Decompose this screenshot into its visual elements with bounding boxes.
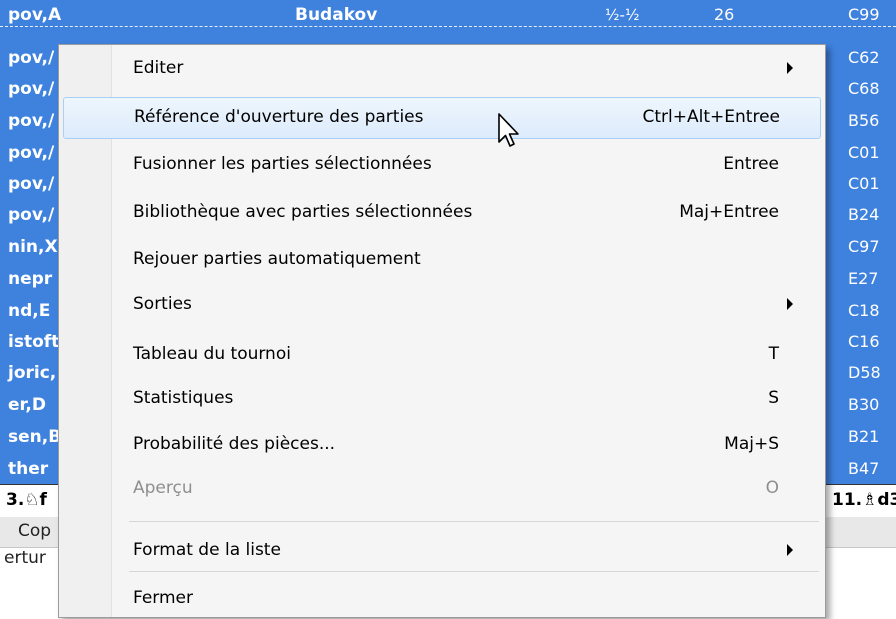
player-cell: istoft (8, 332, 60, 352)
menu-item-format-liste[interactable]: Format de la liste (63, 531, 819, 571)
player-cell: joric, (8, 363, 57, 383)
opponent-cell: Budakov (295, 5, 378, 25)
menu-item-apercu: Aperçu O (63, 469, 819, 509)
eco-code-cell: B30 (848, 395, 880, 414)
submenu-arrow-icon (787, 298, 793, 310)
menu-item-shortcut: Maj+S (724, 434, 779, 454)
submenu-arrow-icon (787, 62, 793, 74)
menu-item-shortcut: S (768, 388, 779, 408)
player-cell: nd,E (8, 301, 51, 321)
moves-right-text: 11.♗d3 (832, 490, 896, 510)
eco-code-cell: B21 (848, 427, 880, 446)
menu-item-tableau-tournoi[interactable]: Tableau du tournoi T (63, 335, 819, 375)
moves-left-text: 3.♘f (6, 490, 47, 510)
eco-code-cell: C68 (848, 79, 880, 98)
table-row[interactable]: pov,A Budakov ½-½ 26 C99 (0, 4, 896, 27)
menu-item-label: Fusionner les parties sélectionnées (133, 154, 432, 174)
menu-item-editer[interactable]: Editer (63, 49, 819, 89)
eco-code-cell: C01 (848, 143, 880, 162)
player-cell: pov,/ (8, 143, 55, 163)
menu-separator (129, 521, 819, 522)
player-cell: nin,X (8, 237, 58, 257)
eco-code-cell: C97 (848, 237, 880, 256)
player-cell: pov,/ (8, 48, 55, 68)
menu-item-shortcut: Ctrl+Alt+Entree (642, 107, 780, 127)
eco-code-cell: E27 (848, 269, 879, 288)
menu-separator (129, 571, 819, 572)
player-cell: pov,A (8, 5, 62, 25)
context-menu: Editer Référence d'ouverture des parties C… (58, 44, 826, 618)
eco-code-cell: C62 (848, 48, 880, 67)
status-text: ertur (4, 548, 46, 568)
menu-item-shortcut: Entree (723, 154, 779, 174)
menu-item-label: Bibliothèque avec parties sélectionnées (133, 202, 473, 222)
eco-code-cell: B24 (848, 205, 880, 224)
menu-item-shortcut: T (768, 344, 779, 364)
menu-item-bibliotheque[interactable]: Bibliothèque avec parties sélectionnées M… (63, 193, 819, 233)
menu-item-label: Editer (133, 58, 184, 78)
menu-item-probabilite[interactable]: Probabilité des pièces... Maj+S (63, 425, 819, 465)
menu-item-fusionner[interactable]: Fusionner les parties sélectionnées Entre… (63, 145, 819, 185)
result-cell: ½-½ (605, 6, 640, 24)
player-cell: er,D (8, 395, 46, 415)
eco-code-cell: C99 (848, 5, 880, 24)
menu-item-label: Format de la liste (133, 540, 281, 560)
menu-item-shortcut: O (765, 478, 779, 498)
eco-code-cell: C18 (848, 301, 880, 320)
menu-item-shortcut: Maj+Entree (679, 202, 779, 222)
menu-item-label: Statistiques (133, 388, 234, 408)
eco-code-cell: D58 (848, 363, 881, 382)
menu-item-rejouer[interactable]: Rejouer parties automatiquement (63, 240, 819, 280)
moves-count-cell: 26 (714, 5, 735, 24)
menu-item-label: Aperçu (133, 478, 193, 498)
player-cell: pov,/ (8, 205, 55, 225)
eco-code-cell: C16 (848, 332, 880, 351)
menu-item-reference-ouverture[interactable]: Référence d'ouverture des parties Ctrl+Al… (63, 97, 821, 139)
menu-item-fermer[interactable]: Fermer (63, 579, 819, 619)
player-cell: pov,/ (8, 111, 55, 131)
player-cell: sen,B (8, 427, 62, 447)
menu-item-label: Rejouer parties automatiquement (133, 249, 421, 269)
menu-item-label: Tableau du tournoi (133, 344, 291, 364)
player-cell: pov,/ (8, 174, 55, 194)
menu-item-label: Référence d'ouverture des parties (134, 107, 424, 127)
eco-code-cell: B56 (848, 111, 880, 130)
menu-item-sorties[interactable]: Sorties (63, 285, 819, 325)
menu-item-label: Probabilité des pièces... (133, 434, 336, 454)
mouse-pointer-icon (498, 113, 519, 147)
menu-item-label: Sorties (133, 294, 192, 314)
menu-item-statistiques[interactable]: Statistiques S (63, 379, 819, 419)
player-cell: pov,/ (8, 79, 55, 99)
player-cell: nepr (8, 269, 53, 289)
eco-code-cell: B47 (848, 459, 880, 478)
player-cell: ther (8, 459, 49, 479)
eco-code-cell: C01 (848, 174, 880, 193)
submenu-arrow-icon (787, 544, 793, 556)
menu-item-label: Fermer (133, 588, 194, 608)
tab-copy[interactable]: Cop (18, 521, 51, 541)
